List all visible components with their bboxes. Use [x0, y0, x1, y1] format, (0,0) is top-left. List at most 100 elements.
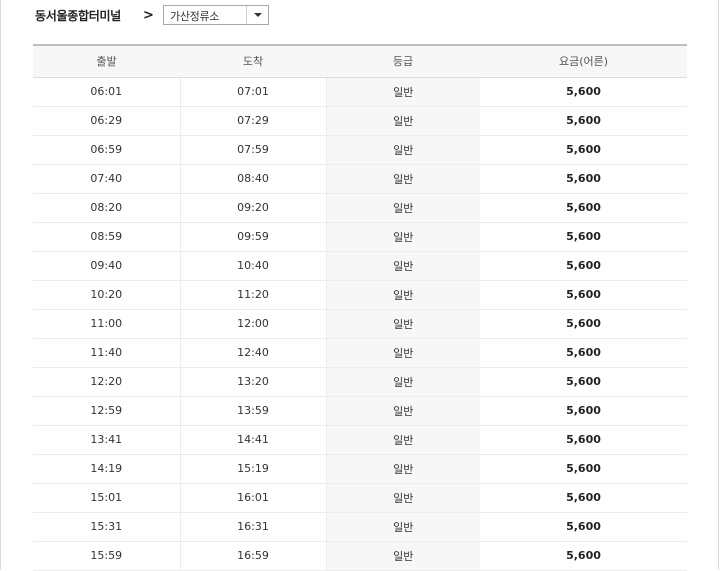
arrival-time: 09:59 — [180, 222, 327, 252]
timetable-header-row: 출발 도착 등급 요금(어른) — [33, 44, 687, 78]
arrival-time: 10:40 — [180, 251, 327, 281]
bus-grade: 일반 — [326, 541, 480, 571]
table-row: 11:00 12:00 일반 5,600 — [33, 309, 687, 339]
arrival-time: 07:01 — [180, 77, 327, 107]
table-row: 13:41 14:41 일반 5,600 — [33, 425, 687, 455]
bus-grade: 일반 — [326, 396, 480, 426]
departure-time: 08:59 — [33, 222, 181, 252]
departure-time: 15:59 — [33, 541, 181, 571]
table-row: 09:40 10:40 일반 5,600 — [33, 251, 687, 281]
arrival-time: 13:59 — [180, 396, 327, 426]
frame-left-border — [0, 0, 1, 570]
fare-amount: 5,600 — [480, 367, 687, 397]
bus-grade: 일반 — [326, 164, 480, 194]
fare-amount: 5,600 — [480, 483, 687, 513]
departure-time: 13:41 — [33, 425, 181, 455]
bus-grade: 일반 — [326, 367, 480, 397]
arrival-time: 12:40 — [180, 338, 327, 368]
table-row: 07:40 08:40 일반 5,600 — [33, 164, 687, 194]
bus-grade: 일반 — [326, 106, 480, 136]
route-selector: 동서울종합터미널 > 가산정류소 — [35, 4, 269, 26]
fare-amount: 5,600 — [480, 222, 687, 252]
departure-time: 08:20 — [33, 193, 181, 223]
bus-grade: 일반 — [326, 425, 480, 455]
header-arrival: 도착 — [180, 44, 326, 78]
table-row: 12:20 13:20 일반 5,600 — [33, 367, 687, 397]
header-departure: 출발 — [33, 44, 180, 78]
arrival-time: 13:20 — [180, 367, 327, 397]
origin-terminal: 동서울종합터미널 — [35, 8, 121, 23]
arrival-time: 16:31 — [180, 512, 327, 542]
fare-amount: 5,600 — [480, 251, 687, 281]
destination-select[interactable]: 가산정류소 — [163, 5, 269, 25]
fare-amount: 5,600 — [480, 193, 687, 223]
table-row: 11:40 12:40 일반 5,600 — [33, 338, 687, 368]
departure-time: 14:19 — [33, 454, 181, 484]
departure-time: 09:40 — [33, 251, 181, 281]
arrival-time: 07:29 — [180, 106, 327, 136]
header-grade: 등급 — [326, 44, 480, 78]
table-row: 10:20 11:20 일반 5,600 — [33, 280, 687, 310]
fare-amount: 5,600 — [480, 396, 687, 426]
fare-amount: 5,600 — [480, 454, 687, 484]
arrival-time: 14:41 — [180, 425, 327, 455]
fare-amount: 5,600 — [480, 106, 687, 136]
timetable: 출발 도착 등급 요금(어른) 06:01 07:01 일반 5,600 06:29 07… — [33, 44, 687, 571]
table-row: 15:01 16:01 일반 5,600 — [33, 483, 687, 513]
table-row: 15:31 16:31 일반 5,600 — [33, 512, 687, 542]
departure-time: 10:20 — [33, 280, 181, 310]
departure-time: 15:01 — [33, 483, 181, 513]
arrival-time: 09:20 — [180, 193, 327, 223]
table-row: 06:29 07:29 일반 5,600 — [33, 106, 687, 136]
destination-select-value: 가산정류소 — [170, 10, 220, 23]
bus-grade: 일반 — [326, 193, 480, 223]
table-row: 15:59 16:59 일반 5,600 — [33, 541, 687, 571]
bus-grade: 일반 — [326, 454, 480, 484]
frame-right-border — [718, 0, 719, 570]
departure-time: 06:29 — [33, 106, 181, 136]
table-row: 14:19 15:19 일반 5,600 — [33, 454, 687, 484]
fare-amount: 5,600 — [480, 280, 687, 310]
bus-grade: 일반 — [326, 251, 480, 281]
bus-grade: 일반 — [326, 512, 480, 542]
chevron-right-icon: > — [143, 7, 154, 23]
bus-grade: 일반 — [326, 77, 480, 107]
destination-select-button[interactable] — [246, 6, 268, 24]
fare-amount: 5,600 — [480, 135, 687, 165]
table-row: 06:59 07:59 일반 5,600 — [33, 135, 687, 165]
timetable-body: 06:01 07:01 일반 5,600 06:29 07:29 일반 5,600 06:59 0… — [33, 77, 687, 571]
departure-time: 11:00 — [33, 309, 181, 339]
departure-time: 06:59 — [33, 135, 181, 165]
bus-grade: 일반 — [326, 483, 480, 513]
fare-amount: 5,600 — [480, 309, 687, 339]
fare-amount: 5,600 — [480, 512, 687, 542]
header-fare: 요금(어른) — [480, 44, 687, 78]
fare-amount: 5,600 — [480, 541, 687, 571]
arrival-time: 07:59 — [180, 135, 327, 165]
departure-time: 15:31 — [33, 512, 181, 542]
table-row: 08:20 09:20 일반 5,600 — [33, 193, 687, 223]
fare-amount: 5,600 — [480, 425, 687, 455]
bus-grade: 일반 — [326, 135, 480, 165]
bus-grade: 일반 — [326, 338, 480, 368]
arrival-time: 16:59 — [180, 541, 327, 571]
bus-grade: 일반 — [326, 222, 480, 252]
chevron-down-icon — [254, 13, 262, 17]
arrival-time: 11:20 — [180, 280, 327, 310]
table-row: 08:59 09:59 일반 5,600 — [33, 222, 687, 252]
departure-time: 11:40 — [33, 338, 181, 368]
arrival-time: 16:01 — [180, 483, 327, 513]
arrival-time: 08:40 — [180, 164, 327, 194]
bus-grade: 일반 — [326, 280, 480, 310]
table-row: 06:01 07:01 일반 5,600 — [33, 77, 687, 107]
departure-time: 12:59 — [33, 396, 181, 426]
departure-time: 06:01 — [33, 77, 181, 107]
departure-time: 07:40 — [33, 164, 181, 194]
table-row: 12:59 13:59 일반 5,600 — [33, 396, 687, 426]
arrival-time: 15:19 — [180, 454, 327, 484]
fare-amount: 5,600 — [480, 77, 687, 107]
fare-amount: 5,600 — [480, 164, 687, 194]
departure-time: 12:20 — [33, 367, 181, 397]
arrival-time: 12:00 — [180, 309, 327, 339]
timetable-table: 출발 도착 등급 요금(어른) 06:01 07:01 일반 5,600 06:29 07… — [33, 44, 687, 571]
